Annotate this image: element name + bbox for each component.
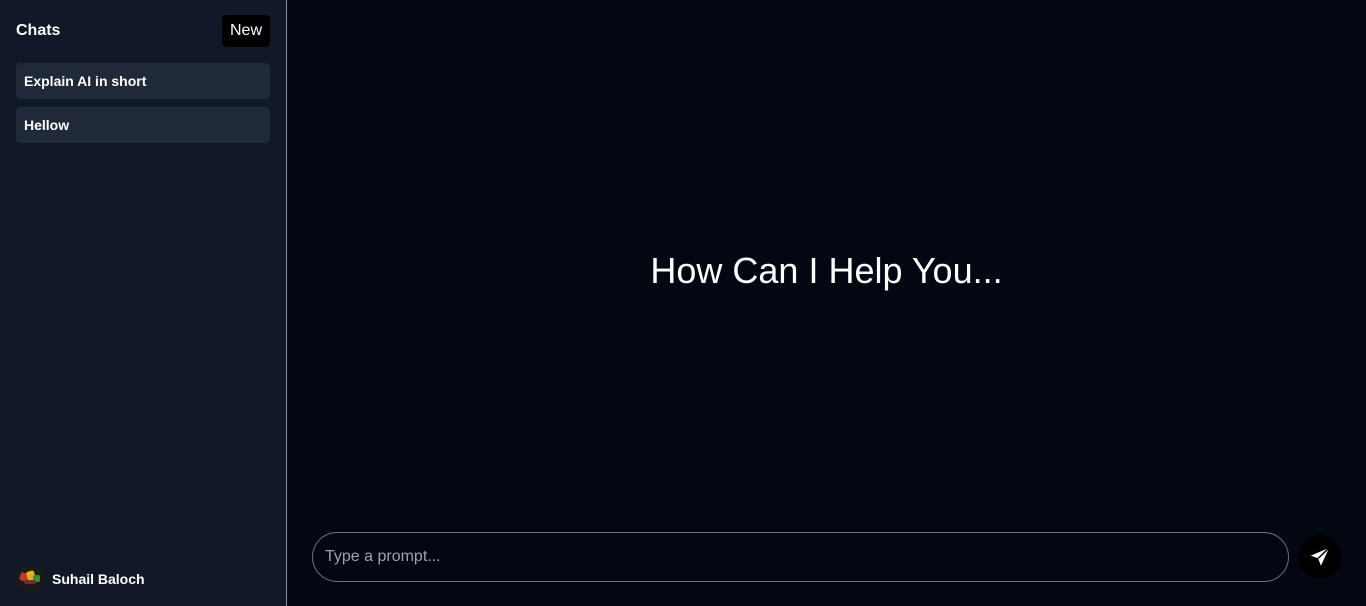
prompt-bar [312, 532, 1342, 582]
chat-item-label: Hellow [24, 117, 70, 133]
user-name: Suhail Baloch [52, 571, 145, 587]
sidebar-title: Chats [16, 22, 61, 39]
chat-list: Explain AI in short Hellow [16, 63, 270, 143]
paper-plane-icon [1309, 546, 1331, 568]
chat-item-explain-ai[interactable]: Explain AI in short [16, 63, 270, 99]
avatar [16, 565, 44, 593]
sidebar-header: Chats New [16, 15, 270, 47]
welcome-heading: How Can I Help You... [650, 250, 1003, 291]
app-root: Chats New Explain AI in short Hellow Suh… [0, 0, 1366, 606]
prompt-input[interactable] [312, 532, 1289, 582]
new-chat-button[interactable]: New [221, 15, 270, 47]
chat-main: How Can I Help You... [287, 0, 1366, 606]
send-button[interactable] [1298, 535, 1342, 579]
user-profile[interactable]: Suhail Baloch [16, 565, 145, 593]
sidebar: Chats New Explain AI in short Hellow Suh… [0, 0, 287, 606]
chat-item-label: Explain AI in short [24, 73, 147, 89]
chat-item-hellow[interactable]: Hellow [16, 107, 270, 143]
